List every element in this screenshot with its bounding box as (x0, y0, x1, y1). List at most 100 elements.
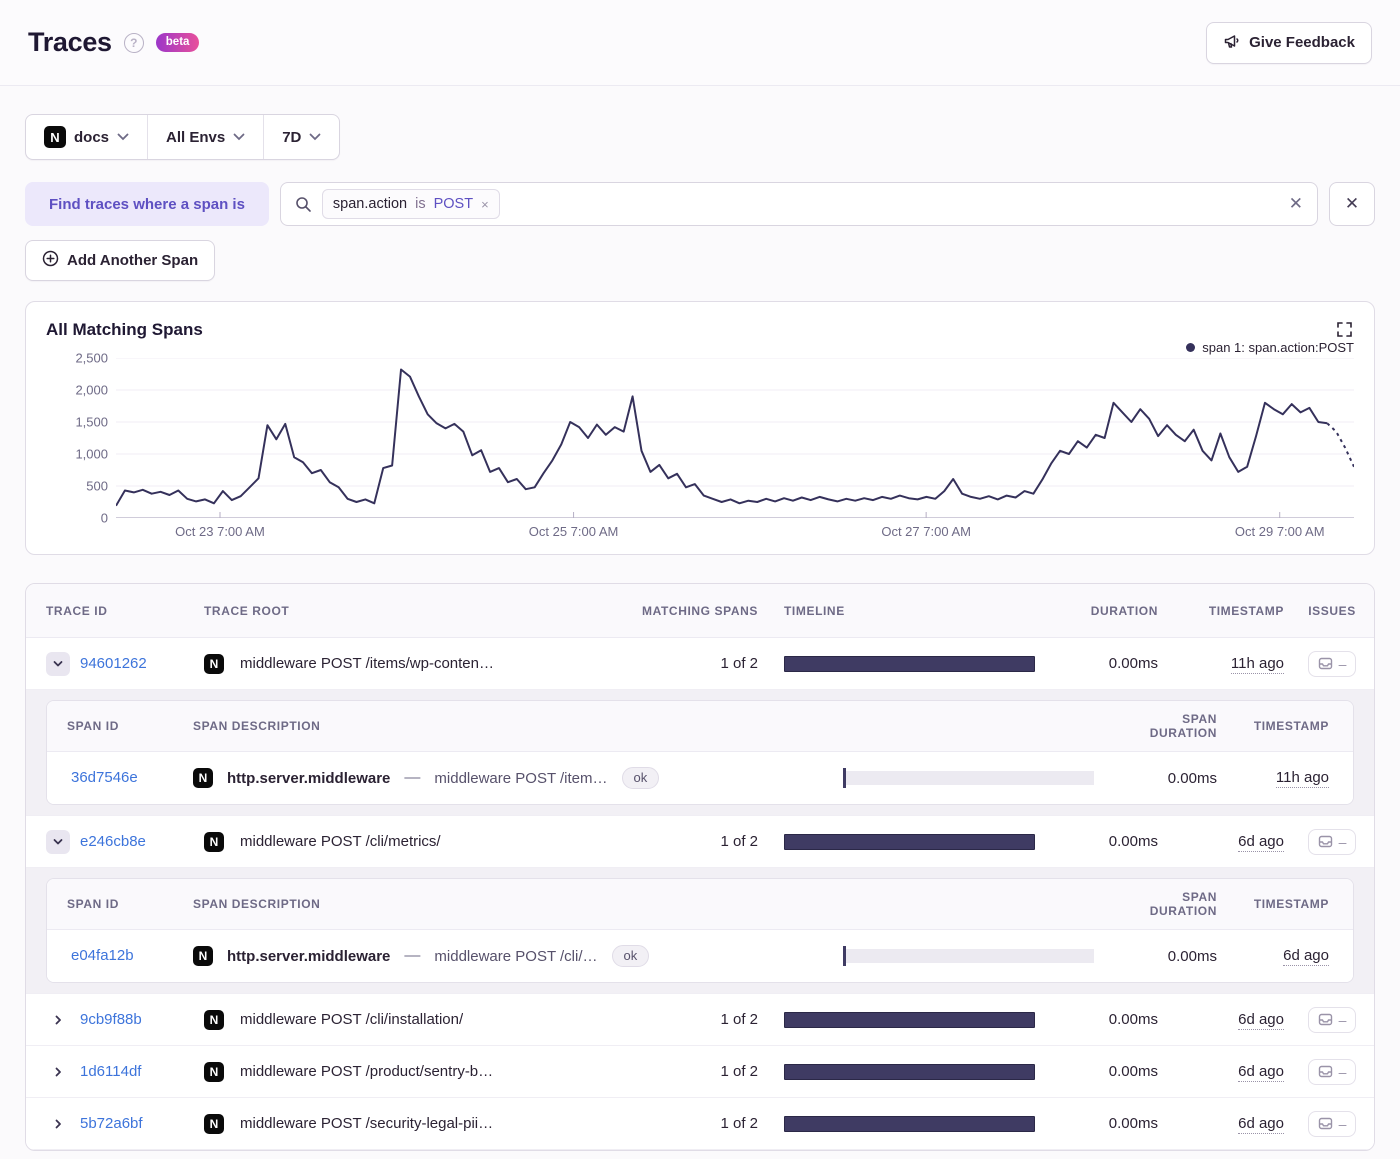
x-axis-label: Oct 23 7:00 AM (175, 524, 265, 539)
span-description-label: middleware POST /cli/… (434, 947, 598, 965)
y-axis-label: 1,500 (75, 414, 108, 430)
col-timeline: Timeline (784, 603, 845, 618)
legend-dot-icon (1186, 342, 1196, 352)
help-icon[interactable]: ? (123, 32, 144, 53)
beta-badge: beta (155, 33, 200, 52)
traces-table: Trace ID Trace Root Matching Spans Timel… (25, 583, 1375, 1151)
span-duration-value: 0.00ms (1167, 947, 1217, 965)
expand-chevron-icon[interactable] (46, 1008, 70, 1032)
close-search-button[interactable]: ✕ (1329, 182, 1375, 226)
y-axis-label: 500 (86, 478, 108, 494)
search-clear-icon[interactable]: ✕ (1289, 194, 1303, 214)
nextjs-icon: N (193, 946, 213, 966)
trace-row: 5b72a6bf N middleware POST /security-leg… (26, 1098, 1374, 1150)
trace-id-link[interactable]: 94601262 (80, 655, 147, 672)
matching-spans-value: 1 of 2 (720, 833, 758, 850)
nextjs-icon: N (204, 1009, 224, 1030)
environment-selector[interactable]: All Envs (147, 115, 263, 159)
span-row: e04fa12b N http.server.middleware — midd… (47, 930, 1353, 982)
timestamp-value[interactable]: 6d ago (1238, 832, 1284, 852)
span-timeline-cell[interactable] (823, 768, 1111, 788)
timestamp-value[interactable]: 6d ago (1238, 1062, 1284, 1082)
issues-button[interactable]: – (1307, 1006, 1357, 1033)
expand-chevron-icon[interactable] (46, 1060, 70, 1084)
timeline-bar (784, 655, 1035, 672)
y-axis-label: 2,000 (75, 382, 108, 398)
span-timestamp-value[interactable]: 11h ago (1275, 769, 1329, 788)
project-selector[interactable]: N docs (26, 115, 147, 159)
timeline-cell[interactable] (764, 1011, 1052, 1028)
issues-empty-dash: – (1338, 655, 1347, 672)
give-feedback-label: Give Feedback (1249, 34, 1355, 51)
token-remove-icon[interactable]: × (481, 197, 489, 212)
matching-spans-value: 1 of 2 (720, 1063, 758, 1080)
matching-spans-value: 1 of 2 (720, 1011, 758, 1028)
trace-row: e246cb8e N middleware POST /cli/metrics/… (26, 816, 1374, 868)
issues-button[interactable]: – (1307, 650, 1357, 677)
issues-button[interactable]: – (1307, 828, 1357, 855)
timeline-cell[interactable] (764, 1115, 1052, 1132)
span-timestamp-value[interactable]: 6d ago (1283, 947, 1329, 966)
timestamp-value[interactable]: 11h ago (1230, 654, 1284, 674)
expand-chevron-icon[interactable] (46, 651, 70, 676)
trace-id-link[interactable]: 1d6114df (80, 1063, 141, 1080)
add-another-span-button[interactable]: Add Another Span (25, 240, 216, 281)
issues-button[interactable]: – (1307, 1110, 1357, 1137)
issues-icon (1318, 1065, 1332, 1078)
megaphone-icon (1223, 32, 1241, 54)
date-range-selector[interactable]: 7D (263, 115, 339, 159)
traces-table-header: Trace ID Trace Root Matching Spans Timel… (26, 584, 1374, 638)
expand-chevron-icon[interactable] (46, 1112, 70, 1136)
trace-id-link[interactable]: e246cb8e (80, 833, 146, 850)
span-description-label: middleware POST /item… (434, 769, 608, 787)
span-operation-label: http.server.middleware (227, 947, 391, 965)
trace-id-link[interactable]: 9cb9f88b (80, 1011, 142, 1028)
find-traces-pill[interactable]: Find traces where a span is (25, 182, 269, 226)
filter-token[interactable]: span.action is POST × (321, 189, 500, 219)
y-axis-label: 1,000 (75, 446, 108, 462)
timeline-bar (784, 1115, 1035, 1132)
spans-line-chart (116, 358, 1354, 518)
timestamp-value[interactable]: 6d ago (1238, 1010, 1284, 1030)
environment-selector-label: All Envs (166, 128, 226, 146)
nextjs-icon: N (204, 1113, 224, 1134)
filter-bar: N docs All Envs 7D (25, 114, 341, 160)
span-id-link[interactable]: 36d7546e (71, 769, 138, 786)
span-timeline-cell[interactable] (823, 946, 1111, 966)
chart-plot[interactable] (116, 358, 1354, 518)
span-timeline-bar (843, 946, 1094, 966)
col-trace-root: Trace Root (204, 603, 290, 618)
chart-x-axis: Oct 23 7:00 AM Oct 25 7:00 AM Oct 27 7:00 … (116, 518, 1354, 544)
token-key: span.action (332, 196, 408, 212)
timestamp-value[interactable]: 6d ago (1238, 1114, 1284, 1134)
expand-chevron-icon[interactable] (46, 829, 70, 854)
col-trace-id: Trace ID (46, 603, 108, 618)
col-timestamp: Timestamp (1208, 603, 1284, 618)
plus-circle-icon (42, 250, 59, 271)
span-id-link[interactable]: e04fa12b (71, 947, 134, 964)
col-issues: Issues (1308, 603, 1356, 618)
duration-value: 0.00ms (1108, 655, 1158, 672)
issues-icon (1318, 657, 1332, 670)
token-operator: is (415, 196, 426, 212)
span-search-input[interactable]: span.action is POST × ✕ (279, 182, 1318, 226)
timeline-cell[interactable] (764, 1063, 1052, 1080)
page-title: Traces (28, 27, 112, 57)
trace-id-link[interactable]: 5b72a6bf (80, 1115, 143, 1132)
date-range-label: 7D (282, 128, 302, 146)
issues-icon (1318, 1117, 1332, 1130)
timeline-cell[interactable] (764, 833, 1052, 850)
x-axis-label: Oct 29 7:00 AM (1234, 524, 1325, 539)
duration-value: 0.00ms (1108, 1063, 1158, 1080)
main-content: N docs All Envs 7D Find traces where a s… (0, 86, 1400, 1151)
issues-icon (1318, 835, 1332, 848)
timeline-bar (784, 833, 1035, 850)
trace-row: 9cb9f88b N middleware POST /cli/installa… (26, 994, 1374, 1046)
duration-value: 0.00ms (1108, 1115, 1158, 1132)
timeline-cell[interactable] (764, 655, 1052, 672)
issues-button[interactable]: – (1307, 1058, 1357, 1085)
give-feedback-button[interactable]: Give Feedback (1206, 21, 1372, 64)
span-table-header: Span ID Span Description Span Duration T… (47, 879, 1353, 930)
legend-label: span 1: span.action:POST (1202, 339, 1354, 355)
col-matching-spans: Matching Spans (642, 603, 758, 618)
